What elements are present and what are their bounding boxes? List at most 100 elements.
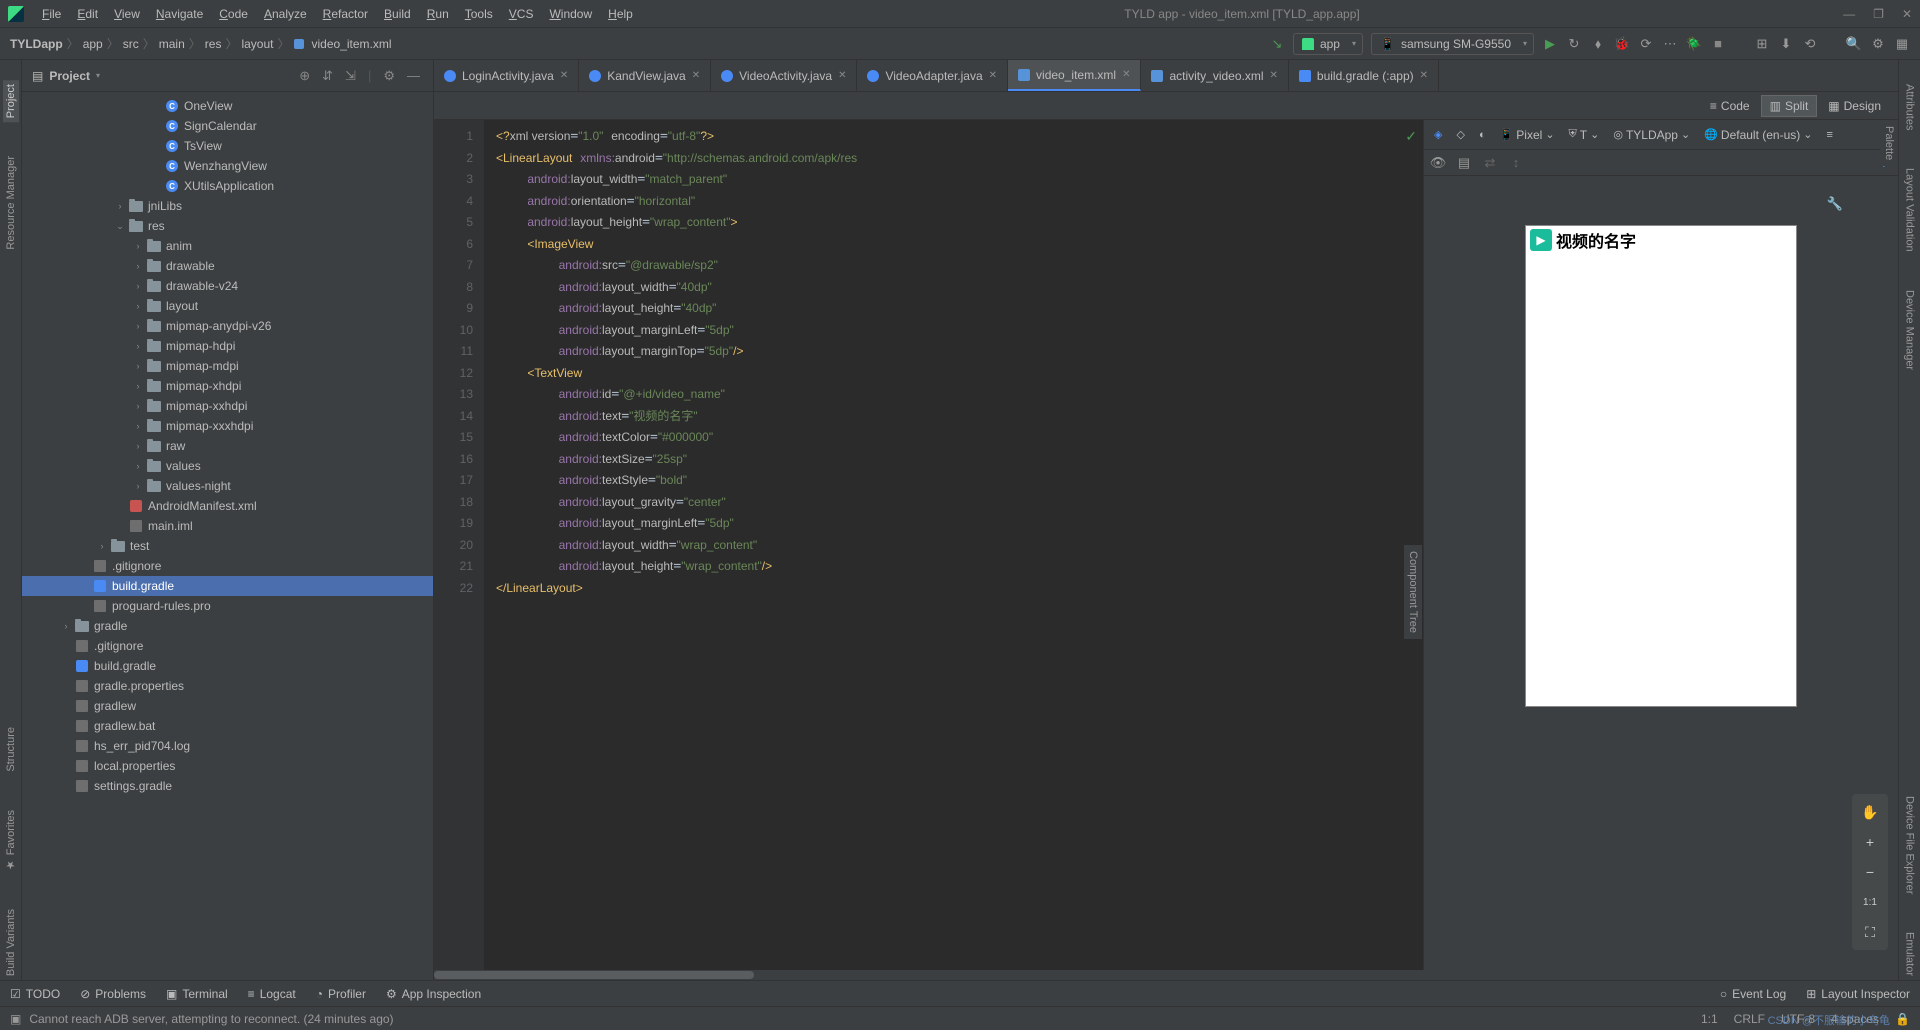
run-icon[interactable]: ▶ <box>1542 36 1558 52</box>
line-separator[interactable]: CRLF <box>1734 1012 1765 1026</box>
menu-navigate[interactable]: Navigate <box>148 3 211 25</box>
maximize-icon[interactable]: ❐ <box>1873 7 1884 21</box>
tree-item[interactable]: CWenzhangView <box>22 156 433 176</box>
tree-item[interactable]: main.iml <box>22 516 433 536</box>
editor-tab[interactable]: VideoActivity.java✕ <box>711 60 857 91</box>
tree-item[interactable]: ›mipmap-xhdpi <box>22 376 433 396</box>
tab-close-icon[interactable]: ✕ <box>692 70 700 81</box>
editor-tab[interactable]: build.gradle (:app)✕ <box>1289 60 1439 91</box>
tree-item[interactable]: CXUtilsApplication <box>22 176 433 196</box>
right-tab-layout-validation[interactable]: Layout Validation <box>1902 164 1918 256</box>
editor-tab[interactable]: activity_video.xml✕ <box>1141 60 1288 91</box>
left-tab-build-variants[interactable]: Build Variants <box>3 905 19 980</box>
breadcrumb-item[interactable]: src <box>123 37 139 51</box>
bottom-tab-terminal[interactable]: ▣Terminal <box>166 987 228 1001</box>
tab-close-icon[interactable]: ✕ <box>989 70 997 81</box>
left-tab-resource-manager[interactable]: Resource Manager <box>3 152 19 254</box>
bottom-tab-layout-inspector[interactable]: ⊞Layout Inspector <box>1806 987 1910 1001</box>
api-selector[interactable]: ⛨ T ⌄ <box>1565 126 1604 144</box>
editor-tab[interactable]: LoginActivity.java✕ <box>434 60 579 91</box>
avd-icon[interactable]: ⊞ <box>1754 36 1770 52</box>
tree-item[interactable]: gradle.properties <box>22 676 433 696</box>
blueprint-icon[interactable]: ▤ <box>1456 155 1472 171</box>
locale-selector[interactable]: 🌐 Default (en-us) ⌄ <box>1700 126 1816 144</box>
tab-close-icon[interactable]: ✕ <box>560 70 568 81</box>
attach-icon[interactable]: ⟳ <box>1638 36 1654 52</box>
tree-item[interactable]: ›test <box>22 536 433 556</box>
profile-icon[interactable]: 🐞 <box>1614 36 1630 52</box>
breadcrumb-item[interactable]: res <box>205 37 222 51</box>
tree-item[interactable]: AndroidManifest.xml <box>22 496 433 516</box>
close-icon[interactable]: ✕ <box>1902 7 1912 21</box>
tree-item[interactable]: .gitignore <box>22 556 433 576</box>
expand-icon[interactable]: ⇵ <box>319 68 336 84</box>
wrench-icon[interactable]: 🔧 <box>1827 196 1843 212</box>
tree-item[interactable]: ›mipmap-xxhdpi <box>22 396 433 416</box>
tree-item[interactable]: .gitignore <box>22 636 433 656</box>
view-options-icon[interactable]: 👁 <box>1430 155 1446 171</box>
tab-close-icon[interactable]: ✕ <box>1270 70 1278 81</box>
menu-code[interactable]: Code <box>211 3 256 25</box>
tree-item[interactable]: CSignCalendar <box>22 116 433 136</box>
tree-item[interactable]: ›mipmap-anydpi-v26 <box>22 316 433 336</box>
night-icon[interactable]: ◐ <box>1475 127 1490 143</box>
menu-vcs[interactable]: VCS <box>501 3 542 25</box>
tree-item[interactable]: build.gradle <box>22 656 433 676</box>
theme-selector[interactable]: ◎ TYLDApp ⌄ <box>1609 126 1694 144</box>
tree-item[interactable]: ›jniLibs <box>22 196 433 216</box>
sdk-icon[interactable]: ⬇ <box>1778 36 1794 52</box>
minimize-icon[interactable]: ― <box>1843 7 1855 21</box>
menu-refactor[interactable]: Refactor <box>315 3 376 25</box>
breadcrumb-item[interactable]: TYLDapp <box>10 37 63 51</box>
menu-window[interactable]: Window <box>541 3 600 25</box>
view-mode-code[interactable]: ≡Code <box>1701 95 1759 117</box>
tree-item[interactable]: ›layout <box>22 296 433 316</box>
view-mode-design[interactable]: ▦Design <box>1819 95 1890 117</box>
tree-item[interactable]: CTsView <box>22 136 433 156</box>
bottom-tab-profiler[interactable]: ◔Profiler <box>316 987 366 1001</box>
editor-tab[interactable]: VideoAdapter.java✕ <box>857 60 1008 91</box>
device-pixel[interactable]: 📱 Pixel ⌄ <box>1496 126 1559 144</box>
tab-close-icon[interactable]: ✕ <box>1420 70 1428 81</box>
tab-close-icon[interactable]: ✕ <box>838 70 846 81</box>
tree-item[interactable]: ›drawable <box>22 256 433 276</box>
left-tab-structure[interactable]: Structure <box>3 723 19 776</box>
sync-icon[interactable]: ↘ <box>1269 36 1285 52</box>
tab-close-icon[interactable]: ✕ <box>1122 69 1130 80</box>
tree-item[interactable]: ›raw <box>22 436 433 456</box>
left-tab-favorites[interactable]: ★ Favorites <box>2 806 19 875</box>
menu-build[interactable]: Build <box>376 3 419 25</box>
bottom-tab-event-log[interactable]: ○Event Log <box>1720 987 1786 1001</box>
right-tab-emulator[interactable]: Emulator <box>1902 928 1918 980</box>
zoom-in-icon[interactable]: + <box>1858 830 1882 854</box>
right-tab-attributes[interactable]: Attributes <box>1902 80 1918 134</box>
horizontal-scrollbar[interactable] <box>434 970 1898 980</box>
menu-help[interactable]: Help <box>600 3 641 25</box>
attrs-icon[interactable]: ≡ <box>1823 127 1837 143</box>
tree-item[interactable]: ⌄res <box>22 216 433 236</box>
menu-view[interactable]: View <box>106 3 148 25</box>
tree-item[interactable]: ›drawable-v24 <box>22 276 433 296</box>
connect-icon[interactable]: ⇄ <box>1482 155 1498 171</box>
tree-item[interactable]: hs_err_pid704.log <box>22 736 433 756</box>
project-tree[interactable]: COneViewCSignCalendarCTsViewCWenzhangVie… <box>22 92 433 980</box>
tree-item[interactable]: gradlew <box>22 696 433 716</box>
breadcrumb-item[interactable]: main <box>159 37 185 51</box>
tree-item[interactable]: ›mipmap-mdpi <box>22 356 433 376</box>
left-tab-project[interactable]: Project <box>3 80 19 122</box>
orientation-icon[interactable]: ◇ <box>1452 126 1468 143</box>
right-tab-device-manager[interactable]: Device Manager <box>1902 286 1918 374</box>
breadcrumb-item[interactable]: app <box>83 37 103 51</box>
readonly-icon[interactable]: 🔒 <box>1895 1012 1910 1026</box>
coverage-icon[interactable]: ⬧ <box>1590 36 1606 52</box>
zoom-fit-icon[interactable]: 1:1 <box>1858 890 1882 914</box>
menu-run[interactable]: Run <box>419 3 457 25</box>
magnet-icon[interactable]: ↕ <box>1508 155 1524 171</box>
bug-icon[interactable]: 🪲 <box>1686 36 1702 52</box>
menu-edit[interactable]: Edit <box>69 3 106 25</box>
view-mode-split[interactable]: ▥Split <box>1761 95 1818 117</box>
design-canvas[interactable]: 🔧 ▶ 视频的名字 ✋ + − 1:1 ⛶ <box>1424 176 1898 970</box>
tree-item[interactable]: proguard-rules.pro <box>22 596 433 616</box>
run-config-selector[interactable]: app <box>1293 33 1363 55</box>
tree-item[interactable]: local.properties <box>22 756 433 776</box>
